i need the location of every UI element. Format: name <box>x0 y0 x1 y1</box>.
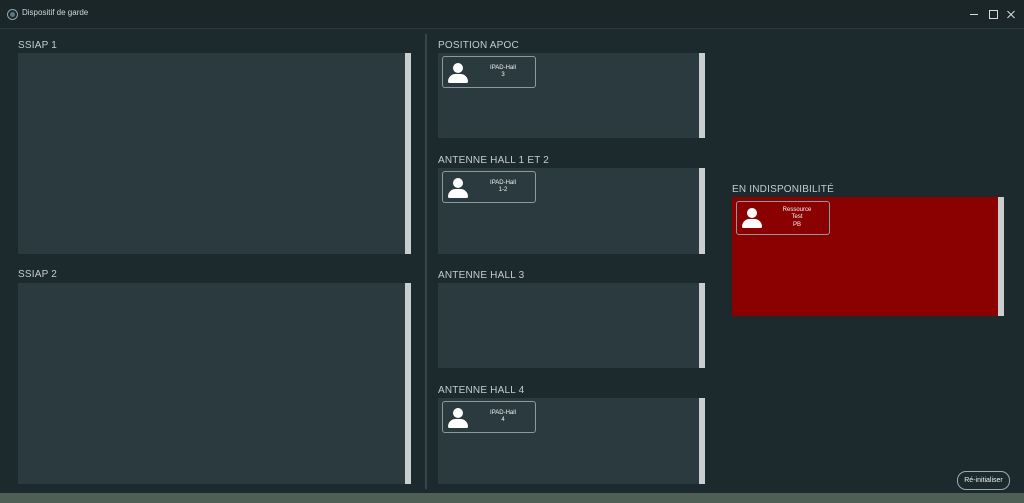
zone-position-apoc[interactable]: IPAD-Hall 3 <box>438 53 705 138</box>
zone-scrollbar[interactable] <box>405 53 411 254</box>
resource-card[interactable]: IPAD-Hall 3 <box>442 56 536 88</box>
minimize-icon[interactable] <box>966 6 982 22</box>
card-name: IPAD-Hall <box>490 409 516 416</box>
card-name: Ressource <box>782 206 812 213</box>
zone-scrollbar[interactable] <box>998 197 1004 316</box>
window-title: Dispositif de garde <box>22 8 89 17</box>
app-logo-icon <box>7 9 18 20</box>
card-detail: 4 <box>501 417 505 423</box>
zone-antenne-hall-3[interactable] <box>438 283 705 368</box>
card-name: IPAD-Hall <box>490 64 516 71</box>
column-divider <box>425 34 427 489</box>
zone-scrollbar[interactable] <box>405 283 411 484</box>
card-detail: 1-2 <box>498 187 508 193</box>
card-detail: 3 <box>501 72 505 78</box>
close-icon[interactable] <box>1003 6 1019 22</box>
maximize-icon[interactable] <box>985 6 1001 22</box>
zone-title-position-apoc: POSITION APOC <box>438 40 519 51</box>
card-detail: PB <box>792 221 801 228</box>
user-icon <box>447 408 469 429</box>
zone-scrollbar[interactable] <box>699 283 705 368</box>
zone-title-antenne-hall-4: ANTENNE HALL 4 <box>438 385 525 396</box>
zone-title-antenne-hall-1-2: ANTENNE HALL 1 ET 2 <box>438 155 550 166</box>
card-detail: Test <box>791 214 803 221</box>
zone-ssiap2[interactable] <box>18 283 411 484</box>
reset-button[interactable]: Ré-initialiser <box>957 471 1010 490</box>
zone-scrollbar[interactable] <box>699 398 705 484</box>
zone-title-ssiap2: SSIAP 2 <box>18 269 58 280</box>
zone-title-indisponibilite: EN INDISPONIBILITÉ <box>732 184 834 195</box>
resource-card[interactable]: IPAD-Hall 4 <box>442 401 536 433</box>
card-name: IPAD-Hall <box>490 179 516 186</box>
zone-antenne-hall-1-2[interactable]: IPAD-Hall 1-2 <box>438 168 705 254</box>
user-icon <box>447 178 469 199</box>
resource-card[interactable]: Ressource Test PB <box>736 201 830 235</box>
user-icon <box>741 208 763 229</box>
user-icon <box>447 63 469 84</box>
zone-indisponibilite[interactable]: Ressource Test PB <box>732 197 1004 316</box>
zone-title-ssiap1: SSIAP 1 <box>18 40 58 51</box>
zone-scrollbar[interactable] <box>699 168 705 254</box>
resource-card[interactable]: IPAD-Hall 1-2 <box>442 171 536 203</box>
zone-ssiap1[interactable] <box>18 53 411 254</box>
window-titlebar: Dispositif de garde <box>0 0 1024 29</box>
desktop-background-strip <box>0 493 1024 503</box>
zone-scrollbar[interactable] <box>699 53 705 138</box>
zone-antenne-hall-4[interactable]: IPAD-Hall 4 <box>438 398 705 484</box>
zone-title-antenne-hall-3: ANTENNE HALL 3 <box>438 270 525 281</box>
